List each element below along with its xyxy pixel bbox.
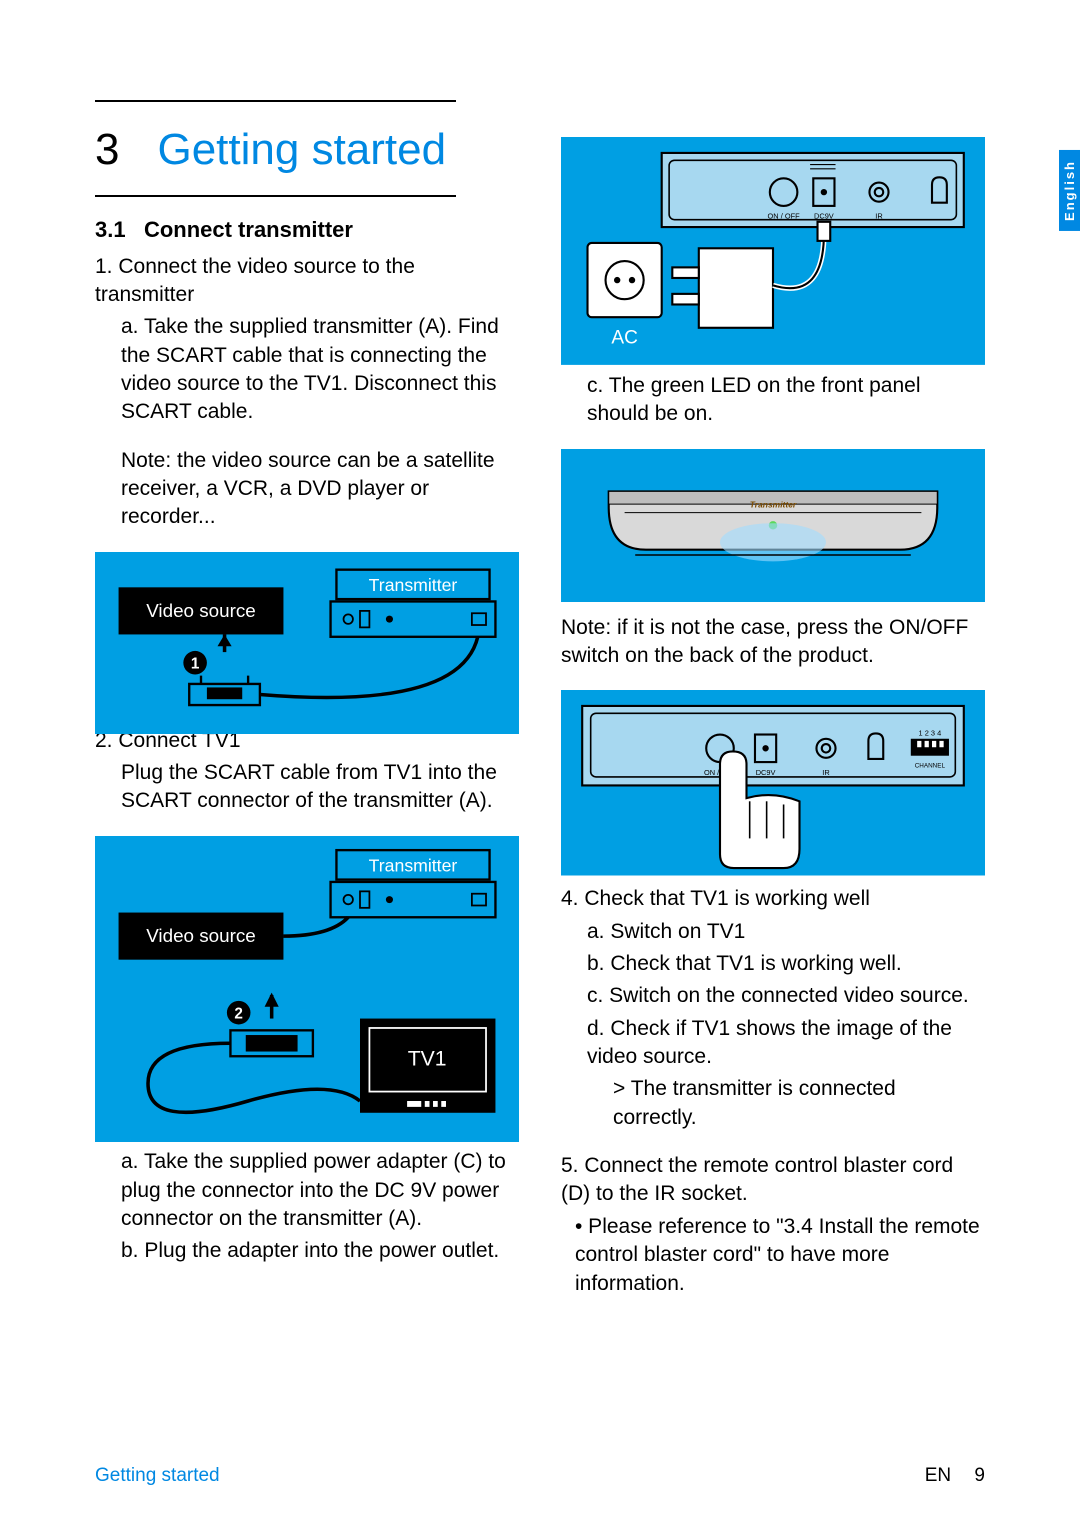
note-1: Note: the video source can be a satellit… [95,447,519,532]
step-4a: a. Switch on TV1 [561,918,985,946]
note-2: Note: if it is not the case, press the O… [561,614,985,671]
footer-lang: EN [925,1465,951,1486]
page: 3 Getting started 3.1 Connect transmitte… [0,0,1080,1527]
svg-text:1 2 3 4: 1 2 3 4 [919,729,942,738]
figure-power-adapter: ON / OFF DC9V IR AC [561,137,985,352]
svg-text:DC9V: DC9V [756,768,776,777]
svg-text:DC9V: DC9V [814,212,834,221]
step-4d-result: > The transmitter is connected correctly… [561,1075,985,1132]
figure-tv1-connection: Transmitter Video source 2 [95,836,519,1096]
left-column: 3 Getting started 3.1 Connect transmitte… [95,125,519,1318]
svg-text:Transmitter: Transmitter [369,575,458,595]
svg-text:IR: IR [822,768,829,777]
svg-text:Transmitter: Transmitter [369,855,458,875]
figure-front-led: Transmitter [561,449,985,594]
svg-text:1: 1 [191,655,200,672]
step-1a: a. Take the supplied transmitter (A). Fi… [95,313,519,426]
footer-section: Getting started [95,1465,220,1487]
step-4c: c. Switch on the connected video source. [561,982,985,1010]
right-column: ON / OFF DC9V IR AC [561,125,985,1318]
step-5-bullet: • Please reference to "3.4 Install the r… [561,1213,985,1298]
chapter-number: 3 [95,125,119,175]
svg-text:TV1: TV1 [408,1047,447,1070]
svg-text:Video source: Video source [146,925,256,946]
svg-text:ON / OFF: ON / OFF [768,212,801,221]
chapter-title: Getting started [157,125,446,175]
step-1: 1. Connect the video source to the trans… [95,253,519,310]
step-4: 4. Check that TV1 is working well [561,885,985,913]
step-3c: c. The green LED on the front panel shou… [561,372,985,429]
page-footer: Getting started EN 9 [95,1465,985,1487]
step-4d: d. Check if TV1 shows the image of the v… [561,1015,985,1072]
step-3a: a. Take the supplied power adapter (C) t… [95,1148,519,1233]
figure-onoff-press: ON / OFF DC9V IR 1 2 3 4 [561,690,985,865]
footer-page-number: 9 [974,1465,985,1486]
svg-text:Video source: Video source [146,600,256,621]
figure-video-source-transmitter: Video source Transmitter 1 [95,552,519,707]
svg-text:Transmitter: Transmitter [750,499,797,509]
section-heading: 3.1 Connect transmitter [95,215,519,245]
step-2-body: Plug the SCART cable from TV1 into the S… [95,759,519,816]
mid-rule [95,195,456,197]
svg-text:CHANNEL: CHANNEL [915,763,946,770]
svg-text:AC: AC [611,328,638,349]
svg-text:2: 2 [234,1005,243,1022]
step-4b: b. Check that TV1 is working well. [561,950,985,978]
top-rule [95,100,456,102]
step-3b: b. Plug the adapter into the power outle… [95,1237,519,1265]
step-5: 5. Connect the remote control blaster co… [561,1152,985,1209]
svg-text:IR: IR [875,212,882,221]
